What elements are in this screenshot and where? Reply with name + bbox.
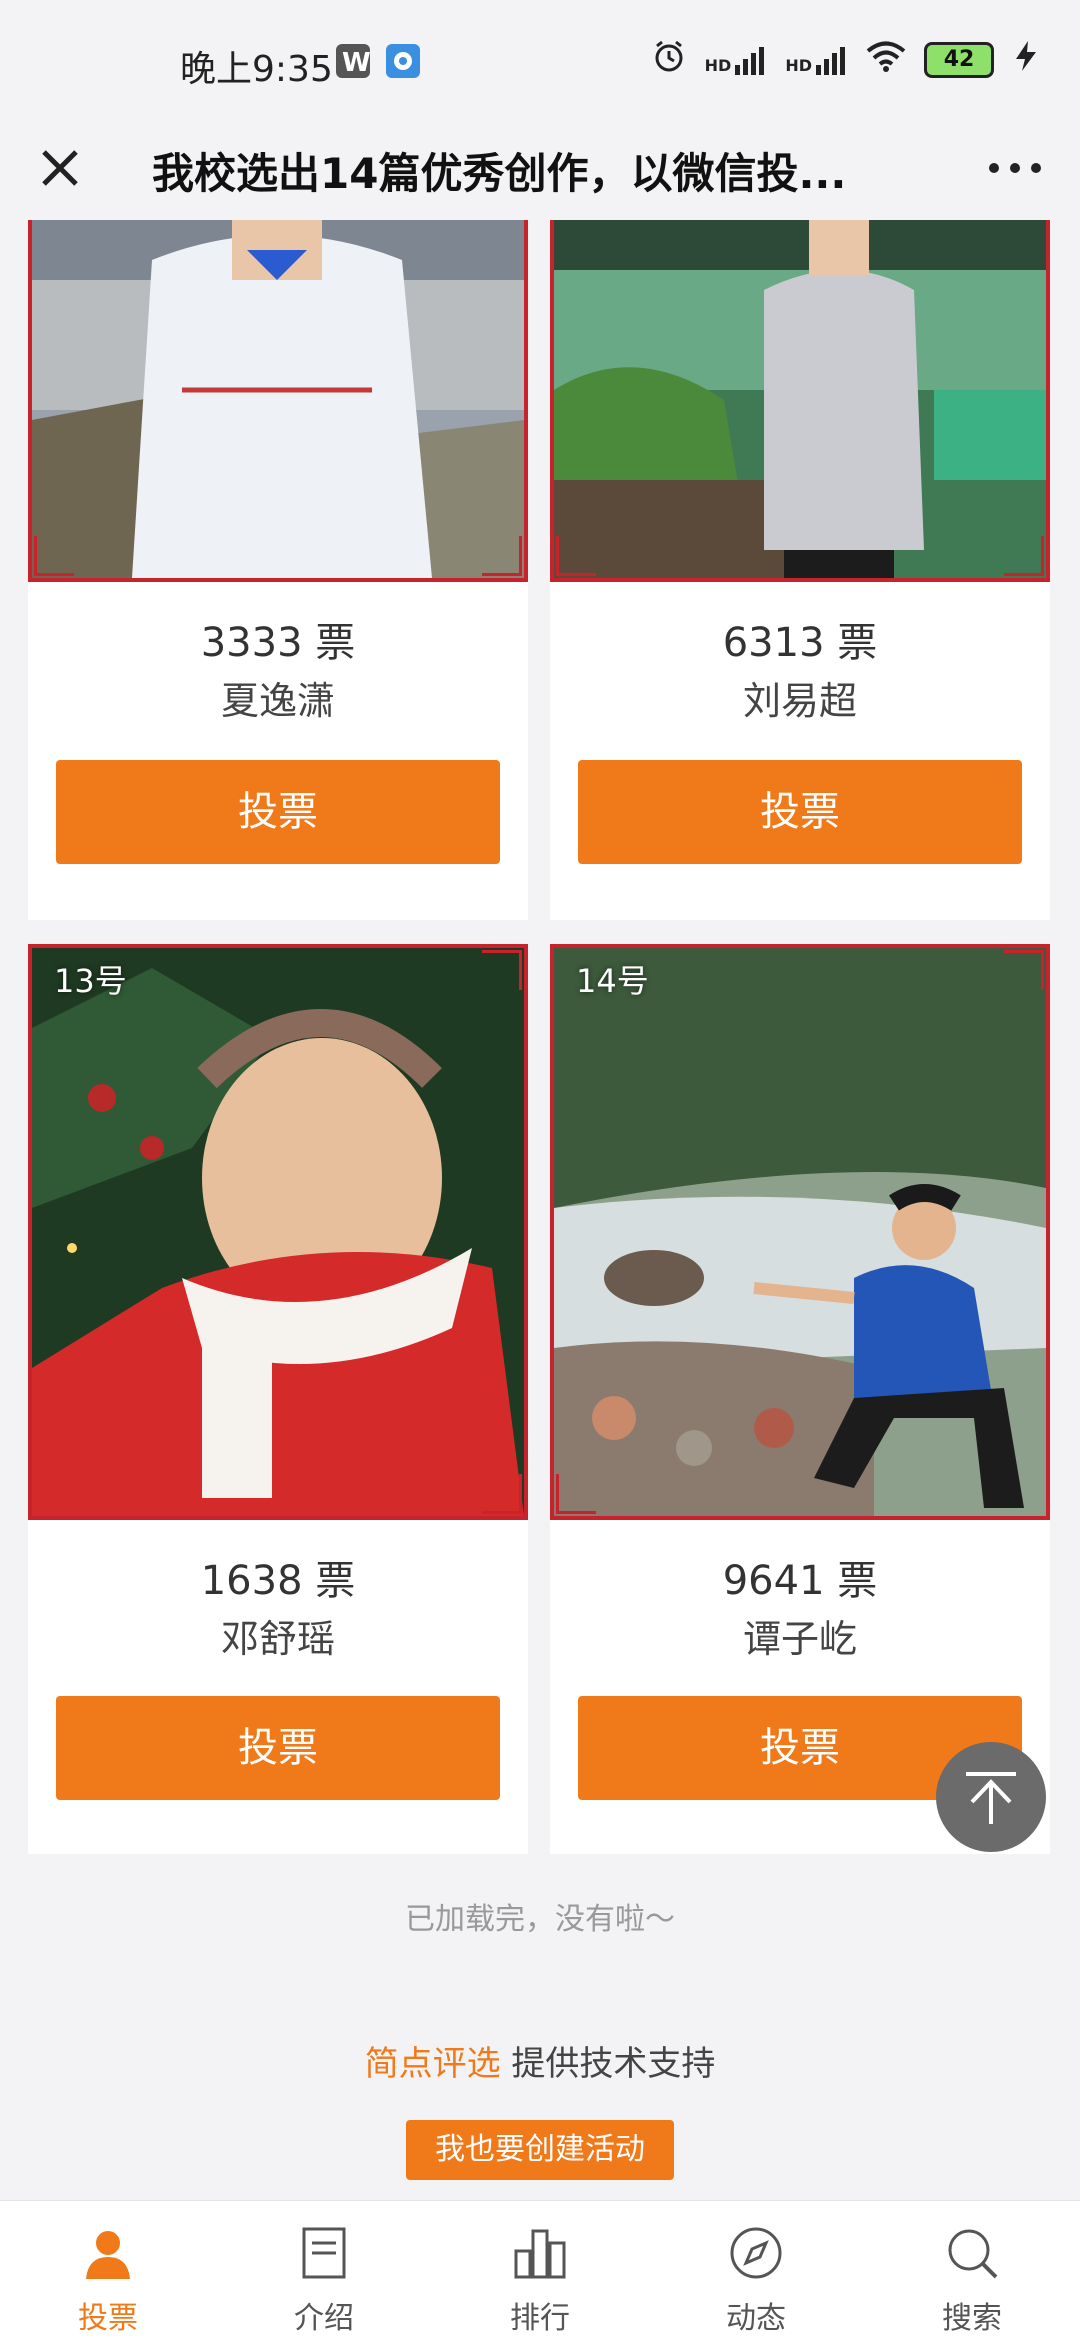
brand-link[interactable]: 简点评选 <box>365 2044 501 2084</box>
status-indicators: HD HD 42 <box>651 38 1040 81</box>
vote-list: 3333 票 夏逸潇 投票 6313 票 刘易超 投票 13号 1638 票 邓… <box>0 220 1080 2200</box>
more-icon[interactable] <box>980 138 1050 198</box>
document-icon <box>302 2227 346 2279</box>
vote-count: 3333 票 <box>200 620 356 666</box>
end-of-list-text: 已加载完，没有啦～ <box>405 1902 675 1937</box>
candidate-name: 刘易超 <box>742 679 857 723</box>
candidate-number-badge: 13号 <box>54 962 127 1000</box>
candidate-name: 邓舒瑶 <box>220 1617 335 1661</box>
candidate-card: 13号 1638 票 邓舒瑶 投票 <box>28 944 528 1854</box>
tab-label: 动态 <box>726 2301 786 2336</box>
candidate-name: 谭子屹 <box>742 1617 857 1661</box>
wps-icon: W <box>336 44 371 78</box>
charging-icon <box>1012 39 1040 80</box>
candidate-card: 6313 票 刘易超 投票 <box>550 220 1050 920</box>
tab-label: 介绍 <box>294 2301 354 2336</box>
vote-count: 6313 票 <box>722 620 878 666</box>
tech-support-line: 简点评选 提供技术支持 <box>0 2036 1080 2085</box>
status-time: 晚上9:35 <box>180 49 333 90</box>
tab-label: 搜索 <box>942 2301 1002 2336</box>
create-activity-button[interactable]: 我也要创建活动 <box>406 2120 674 2180</box>
battery-icon: 42 <box>924 41 994 78</box>
back-to-top-button[interactable] <box>936 1742 1046 1852</box>
signal-hd-icon: HD <box>705 45 768 75</box>
candidate-photo[interactable] <box>550 220 1050 582</box>
frame-corner-icon <box>34 536 74 576</box>
tab-vote[interactable]: 投票 <box>0 2201 216 2341</box>
frame-corner-icon <box>482 1474 522 1514</box>
close-icon[interactable] <box>30 138 90 198</box>
candidate-card: 14号 9641 票 谭子屹 投票 <box>550 944 1050 1854</box>
frame-corner-icon <box>556 536 596 576</box>
vote-button[interactable]: 投票 <box>56 1696 500 1800</box>
tab-search[interactable]: 搜索 <box>864 2201 1080 2341</box>
status-bar: 晚上9:35 W HD HD 42 <box>0 0 1080 120</box>
frame-corner-icon <box>1004 950 1044 990</box>
vote-count: 9641 票 <box>722 1558 878 1604</box>
tab-intro[interactable]: 介绍 <box>216 2201 432 2341</box>
candidate-photo[interactable]: 13号 <box>28 944 528 1520</box>
svg-text:W: W <box>342 48 370 78</box>
candidate-card: 3333 票 夏逸潇 投票 <box>28 220 528 920</box>
search-icon <box>948 2229 998 2279</box>
signal-hd-icon-2: HD <box>785 45 848 75</box>
candidate-photo[interactable]: 14号 <box>550 944 1050 1520</box>
compass-icon <box>730 2227 782 2279</box>
bar-chart-icon <box>514 2229 566 2279</box>
person-icon <box>86 2231 130 2279</box>
page-title: 我校选出14篇优秀创作，以微信投... <box>152 149 847 198</box>
wifi-icon <box>866 40 906 79</box>
vote-count: 1638 票 <box>200 1558 356 1604</box>
frame-corner-icon <box>482 536 522 576</box>
frame-corner-icon <box>482 950 522 990</box>
browser-icon <box>386 44 420 78</box>
hd-label: HD <box>704 55 732 75</box>
nav-bar: 我校选出14篇优秀创作，以微信投... <box>0 120 1080 220</box>
support-text: 提供技术支持 <box>500 2044 716 2084</box>
tab-label: 排行 <box>510 2301 570 2336</box>
alarm-icon <box>651 38 687 81</box>
frame-corner-icon <box>1004 536 1044 576</box>
arrow-up-icon <box>966 1772 1016 1824</box>
vote-button[interactable]: 投票 <box>578 760 1022 864</box>
tab-label: 投票 <box>78 2301 138 2336</box>
bottom-tab-bar: 投票 介绍 排行 动态 搜索 <box>0 2200 1080 2341</box>
vote-button[interactable]: 投票 <box>56 760 500 864</box>
candidate-name: 夏逸潇 <box>220 679 335 723</box>
candidate-number-badge: 14号 <box>576 962 649 1000</box>
hd-label-2: HD <box>785 55 812 75</box>
candidate-photo[interactable] <box>28 220 528 582</box>
tab-activity[interactable]: 动态 <box>648 2201 864 2341</box>
frame-corner-icon <box>556 1474 596 1514</box>
tab-ranking[interactable]: 排行 <box>432 2201 648 2341</box>
